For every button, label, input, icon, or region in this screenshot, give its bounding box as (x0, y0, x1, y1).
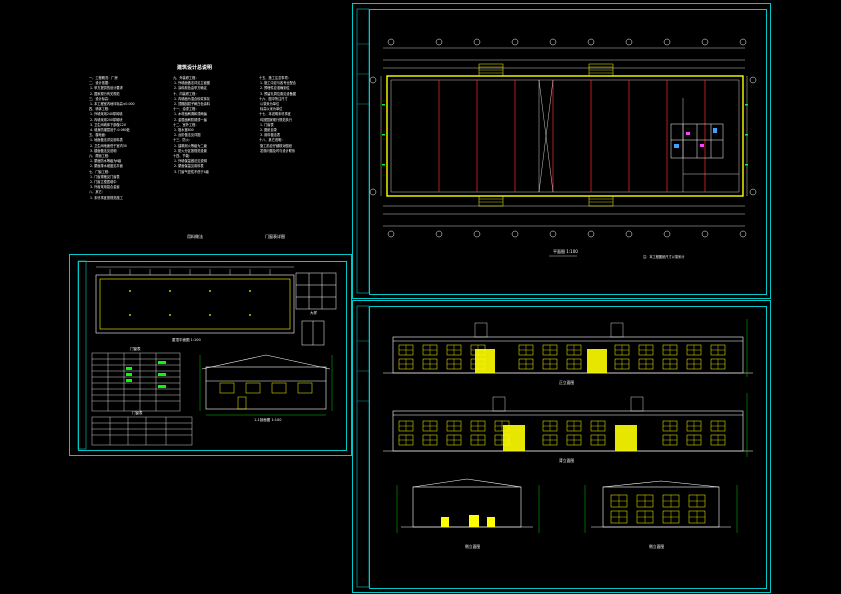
notes-title: 建筑设计总说明 (177, 65, 213, 71)
elevation-4-label: 侧立面图 (649, 544, 665, 549)
elevation-window (542, 344, 558, 356)
elevation-window (662, 510, 680, 524)
elevation-window (662, 434, 678, 446)
sheet-roof-section: 屋顶平面图 1:100 大样 门窗表 门窗表 1-1剖面图 1:100 (69, 254, 352, 456)
elevation-window (398, 434, 414, 446)
elevation-window (710, 344, 726, 356)
elevation-window (710, 358, 726, 370)
elevations-drawing (356, 305, 753, 588)
elevation-window (422, 420, 438, 432)
elevation-window (542, 420, 558, 432)
elevation-window (422, 434, 438, 446)
section-label: 1-1剖面图 1:100 (254, 418, 282, 422)
sheet-design-notes: 建筑设计总说明 一、工程概况：厂房 二、设计依据： 1. 甲方提供的设计要求 2… (69, 53, 347, 249)
elevation-window (662, 420, 678, 432)
sheet-floor-plan: 平面图 1:100 注：本工程图纸尺寸以毫米计 (352, 3, 771, 299)
elevation-window (688, 494, 706, 508)
elevation-window (470, 434, 486, 446)
elevation-window (638, 358, 654, 370)
elevation-window (446, 420, 462, 432)
elevation-window (710, 434, 726, 446)
elevation-window (686, 358, 702, 370)
elevation-window (610, 510, 628, 524)
elevation-window (636, 494, 654, 508)
elevation-window (686, 420, 702, 432)
elevation-window (566, 420, 582, 432)
elevation-window (590, 434, 606, 446)
elevation-window (662, 344, 678, 356)
table-title: 门窗表 (130, 347, 141, 351)
elevation-3-label: 侧立面图 (465, 544, 481, 549)
elevation-window (662, 494, 680, 508)
floor-plan-title: 平面图 (553, 249, 565, 254)
elevation-window (398, 358, 414, 370)
elevation-window (686, 434, 702, 446)
roof-plan-label: 屋顶平面图 1:100 (172, 338, 201, 342)
elevation-window (566, 344, 582, 356)
elevation-window (518, 358, 534, 370)
elevation-window (542, 434, 558, 446)
floor-plan-note: 注：本工程图纸尺寸以毫米计 (643, 255, 685, 259)
floor-plan-scale: 1:100 (566, 249, 578, 254)
notes-column-1: 一、工程概况：厂房 二、设计依据： 1. 甲方提供的设计要求 2. 国家现行有关… (89, 76, 135, 200)
elevation-window (662, 358, 678, 370)
notes-column-2: 九、外装修工程： 1. 外墙面做法详见立面图 2. 涂料颜色由甲方确定 十、内装… (173, 76, 210, 174)
elevation-window (422, 358, 438, 370)
elevation-window (470, 420, 486, 432)
notes-column-3: 十五、施工注意事项： 1. 施工中应与各专业配合 2. 预埋件应准确到位 3. … (259, 76, 296, 153)
floor-plan-label: 平面图 1:100 (553, 250, 578, 254)
elevation-window (614, 344, 630, 356)
elevation-window (542, 358, 558, 370)
elevation-window (590, 420, 606, 432)
elevation-1-label: 正立面图 (559, 380, 575, 385)
notes-footer-left: 用料做法 (187, 234, 203, 239)
elevation-window (446, 358, 462, 370)
elevation-window (398, 344, 414, 356)
elevation-window (688, 510, 706, 524)
elevation-window (566, 434, 582, 446)
elevation-2-label: 背立面图 (559, 458, 575, 463)
elevation-window (566, 358, 582, 370)
elevation-window (638, 344, 654, 356)
elevation-window (422, 344, 438, 356)
elevation-window (446, 344, 462, 356)
elevation-window (398, 420, 414, 432)
window-detail-label: 大样 (310, 311, 317, 315)
notes-footer-right: 门窗表详图 (265, 234, 285, 239)
sheet-elevations: 正立面图 背立面图 侧立面图 侧立面图 (352, 300, 771, 593)
elevation-window (614, 358, 630, 370)
elevation-window (610, 494, 628, 508)
elevation-window (518, 344, 534, 356)
roof-plan-drawing (77, 260, 337, 450)
table2-title: 门窗表 (132, 411, 143, 415)
elevation-window (636, 510, 654, 524)
elevation-window (710, 420, 726, 432)
elevation-window (446, 434, 462, 446)
elevation-window (686, 344, 702, 356)
